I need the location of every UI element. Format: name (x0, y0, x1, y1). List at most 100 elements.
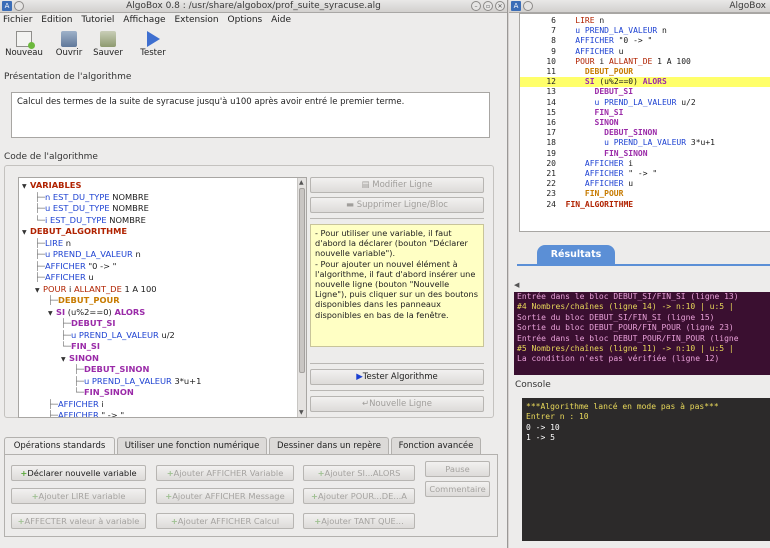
tree-item[interactable]: ├─AFFICHER u (35, 272, 94, 284)
expand-icon[interactable]: ▼ (48, 308, 56, 320)
add-if-button[interactable]: +Ajouter SI...ALORS (303, 465, 415, 481)
results-tab[interactable]: Résultats (537, 245, 615, 265)
menu-fichier[interactable]: Fichier (3, 15, 32, 25)
output-line: 1 -> 5 (526, 433, 555, 443)
tab-dessiner-repere[interactable]: Dessiner dans un repère (269, 437, 389, 454)
scroll-thumb[interactable] (299, 188, 305, 373)
menu-options[interactable]: Options (228, 15, 263, 25)
tree-token: AFFICHER (58, 410, 99, 418)
tree-item[interactable]: └─FIN_SI (61, 341, 100, 353)
code-token: u PREND_LA_VALEUR (604, 138, 687, 148)
comment-button[interactable]: Commentaire (425, 481, 490, 497)
delete-line-button[interactable]: ▬ Supprimer Ligne/Bloc (310, 197, 484, 213)
tree-item[interactable]: ├─DEBUT_SINON (74, 364, 149, 376)
tree-item[interactable]: └─FIN_SINON (74, 387, 134, 399)
add-for-label: Ajouter POUR...DE...A (318, 491, 407, 501)
declare-variable-button[interactable]: +Déclarer nouvelle variable (11, 465, 146, 481)
code-line: 8 AFFICHER "0 -> " (520, 36, 652, 46)
tree-item[interactable]: ├─DEBUT_POUR (48, 295, 120, 307)
tree-token: SI (56, 306, 66, 317)
tree-token: PREND_LA_VALEUR (91, 375, 172, 386)
tree-item[interactable]: ├─AFFICHER " -> " (48, 410, 124, 418)
code-token: i (623, 158, 634, 168)
tree-item[interactable]: ▼ VARIABLES (22, 180, 81, 192)
code-view[interactable]: 6 LIRE n7 u PREND_LA_VALEUR n8 AFFICHER … (519, 13, 770, 232)
tree-item[interactable]: ├─u PREND_LA_VALEUR n (35, 249, 141, 261)
code-line: 13 DEBUT_SI (520, 87, 633, 97)
tree-item[interactable]: ├─AFFICHER "0 -> " (35, 261, 117, 273)
presentation-textarea[interactable]: Calcul des termes de la suite de syracus… (11, 92, 490, 138)
test-algorithm-button[interactable]: ▶Tester Algorithme (310, 369, 484, 385)
output-line: Entrée dans le bloc DEBUT_POUR/FIN_POUR … (517, 333, 739, 343)
tree-token: NOMBRE (106, 214, 146, 225)
tree-item[interactable]: ▼ DEBUT_ALGORITHME (22, 226, 127, 238)
add-print-calc-button[interactable]: +Ajouter AFFICHER Calcul (156, 513, 294, 529)
tree-branch: └─ (35, 214, 45, 225)
add-for-button[interactable]: +Ajouter POUR...DE...A (303, 488, 415, 504)
expand-icon[interactable]: ▼ (22, 227, 30, 239)
title-bar[interactable]: A AlgoBox (509, 0, 770, 13)
add-print-variable-button[interactable]: +Ajouter AFFICHER Variable (156, 465, 294, 481)
tree-item[interactable]: ├─DEBUT_SI (61, 318, 116, 330)
code-token: LIRE (575, 16, 595, 25)
tree-item[interactable]: └─i EST_DU_TYPE NOMBRE (35, 215, 146, 227)
tree-scrollbar[interactable]: ▲ ▼ (297, 178, 306, 417)
open-button[interactable]: Ouvrir (53, 27, 85, 58)
code-line: 22 AFFICHER u (520, 179, 633, 189)
menu-affichage[interactable]: Affichage (123, 15, 165, 25)
menu-aide[interactable]: Aide (271, 15, 291, 25)
pause-button[interactable]: Pause (425, 461, 490, 477)
tree-item[interactable]: ├─n EST_DU_TYPE NOMBRE (35, 192, 149, 204)
tree-item[interactable]: ▼ SI (u%2==0) ALORS (48, 307, 145, 319)
tree-token: "0 -> " (85, 260, 117, 271)
tree-item[interactable]: ├─u EST_DU_TYPE NOMBRE (35, 203, 149, 215)
tab-fonction-avancee[interactable]: Fonction avancée (391, 437, 481, 454)
test-algorithm-label: Tester Algorithme (362, 372, 438, 382)
code-token: FIN_SINON (604, 148, 648, 158)
add-print-message-button[interactable]: +Ajouter AFFICHER Message (156, 488, 294, 504)
menu-edition[interactable]: Edition (41, 15, 72, 25)
code-token: ALORS (642, 77, 667, 87)
tab-fonction-numerique[interactable]: Utiliser une fonction numérique (117, 437, 267, 454)
line-number: 10 (546, 56, 556, 66)
close-icon[interactable]: ✕ (495, 1, 505, 11)
tree-item[interactable]: ├─AFFICHER i (48, 399, 104, 411)
line-number: 18 (546, 138, 556, 148)
title-bar[interactable]: A AlgoBox 0.8 : /usr/share/algobox/prof_… (0, 0, 507, 13)
assign-button[interactable]: +AFFECTER valeur à variable (11, 513, 146, 529)
expand-icon[interactable]: ▼ (61, 354, 69, 366)
save-button[interactable]: Sauver (90, 27, 126, 58)
tab-operations-standards[interactable]: Opérations standards (4, 437, 115, 455)
tree-item[interactable]: ▼ POUR i ALLANT_DE 1 A 100 (35, 284, 157, 296)
modify-line-button[interactable]: ▤ Modifier Ligne (310, 177, 484, 193)
menu-extension[interactable]: Extension (174, 15, 218, 25)
add-while-button[interactable]: +Ajouter TANT QUE... (303, 513, 415, 529)
tree-item[interactable]: ▼ SINON (61, 353, 99, 365)
add-read-button[interactable]: +Ajouter LIRE variable (11, 488, 146, 504)
expand-icon[interactable]: ▼ (35, 285, 43, 297)
new-button[interactable]: Nouveau (4, 27, 44, 58)
tree-token: PREND_LA_VALEUR (52, 249, 133, 259)
tree-token: n (132, 249, 141, 259)
tree-token: DEBUT_SI (71, 318, 116, 328)
menu-tutoriel[interactable]: Tutoriel (81, 15, 114, 25)
scroll-up-icon[interactable]: ▲ (299, 179, 304, 186)
tree-item[interactable]: ├─LIRE n (35, 238, 71, 250)
expand-icon[interactable]: ▼ (22, 181, 30, 193)
test-button[interactable]: Tester (137, 27, 169, 58)
new-line-button[interactable]: ↵Nouvelle Ligne (310, 396, 484, 412)
tree-item[interactable]: ├─u PREND_LA_VALEUR 3*u+1 (74, 376, 201, 388)
line-number: 12 (546, 77, 556, 87)
trace-output[interactable]: Entrée dans le bloc DEBUT_SI/FIN_SI (lig… (514, 292, 770, 375)
maximize-icon[interactable]: ▫ (483, 1, 493, 11)
tree-item[interactable]: ├─u PREND_LA_VALEUR u/2 (61, 330, 175, 342)
console-output[interactable]: ***Algorithme lancé en mode pas à pas***… (522, 398, 770, 541)
minimize-icon[interactable]: – (471, 1, 481, 11)
scroll-down-icon[interactable]: ▼ (299, 409, 304, 416)
algorithm-tree[interactable]: ▼ VARIABLES ├─n EST_DU_TYPE NOMBRE ├─u EST_… (18, 177, 307, 418)
tree-token: i (66, 283, 74, 294)
scroll-left-icon[interactable]: ◀ (514, 281, 519, 289)
